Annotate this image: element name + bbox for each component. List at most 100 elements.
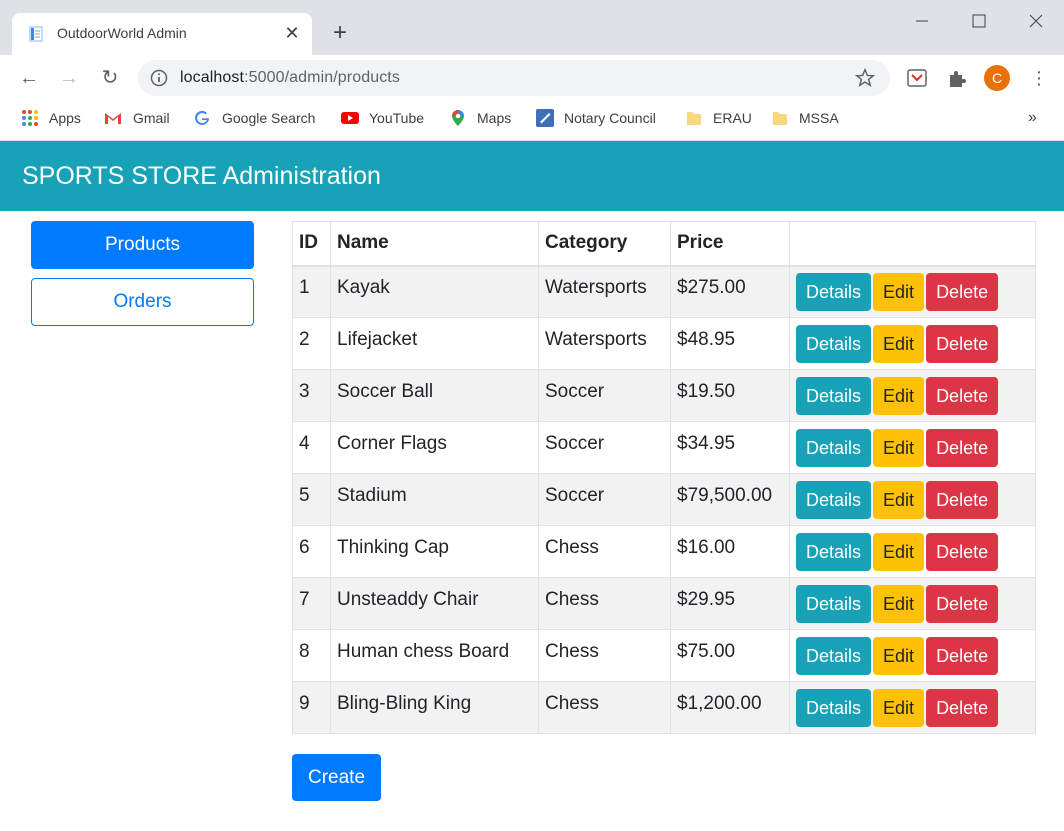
cell-name: Thinking Cap xyxy=(330,525,539,578)
back-arrow-icon[interactable]: ← xyxy=(15,64,43,92)
maximize-icon[interactable] xyxy=(964,7,994,35)
forward-arrow-icon[interactable]: → xyxy=(55,64,83,92)
cell-category: Watersports xyxy=(538,265,671,318)
cell-price: $48.95 xyxy=(670,317,790,370)
edit-button[interactable]: Edit xyxy=(873,272,925,311)
cell-actions: Details Edit Delete xyxy=(789,525,1036,578)
edit-button[interactable]: Edit xyxy=(873,324,925,363)
table-row: 3 Soccer Ball Soccer $19.50 Details Edit Delet… xyxy=(292,369,1036,422)
cell-actions: Details Edit Delete xyxy=(789,473,1036,526)
cell-category: Chess xyxy=(538,681,671,734)
table-row: 2 Lifejacket Watersports $48.95 Details Edit D… xyxy=(292,317,1036,370)
browser-menu-icon[interactable]: ⋮ xyxy=(1030,66,1048,90)
folder-icon xyxy=(687,112,701,125)
details-button[interactable]: Details xyxy=(796,272,872,311)
browser-titlebar: OutdoorWorld Admin ✕ + xyxy=(0,0,1064,55)
cell-price: $29.95 xyxy=(670,577,790,630)
cell-actions: Details Edit Delete xyxy=(789,265,1036,318)
delete-button[interactable]: Delete xyxy=(926,376,999,415)
cell-name: Corner Flags xyxy=(330,421,539,474)
details-button[interactable]: Details xyxy=(796,532,872,571)
reload-icon[interactable]: ↻ xyxy=(96,64,124,92)
cell-category: Soccer xyxy=(538,421,671,474)
cell-category: Watersports xyxy=(538,317,671,370)
details-button[interactable]: Details xyxy=(796,428,872,467)
cell-id: 6 xyxy=(292,525,331,578)
cell-name: Unsteaddy Chair xyxy=(330,577,539,630)
profile-avatar[interactable]: C xyxy=(984,65,1010,91)
delete-button[interactable]: Delete xyxy=(926,532,999,571)
cell-price: $275.00 xyxy=(670,265,790,318)
site-info-icon[interactable] xyxy=(150,69,168,87)
cell-actions: Details Edit Delete xyxy=(789,369,1036,422)
pocket-extension-icon[interactable] xyxy=(906,67,928,89)
delete-button[interactable]: Delete xyxy=(926,272,999,311)
cell-id: 8 xyxy=(292,629,331,682)
sidebar-products-button[interactable]: Products xyxy=(31,221,254,269)
cell-price: $19.50 xyxy=(670,369,790,422)
bookmarks-overflow-icon[interactable]: » xyxy=(1028,107,1037,129)
page-icon xyxy=(29,26,43,42)
bookmarks-bar: Apps Gmail Google Search YouTube Maps No… xyxy=(0,101,1064,135)
cell-name: Bling-Bling King xyxy=(330,681,539,734)
maps-icon xyxy=(452,110,464,126)
tab-title: OutdoorWorld Admin xyxy=(57,25,187,41)
delete-button[interactable]: Delete xyxy=(926,584,999,623)
details-button[interactable]: Details xyxy=(796,324,872,363)
delete-button[interactable]: Delete xyxy=(926,428,999,467)
cell-actions: Details Edit Delete xyxy=(789,577,1036,630)
cell-price: $1,200.00 xyxy=(670,681,790,734)
extensions-puzzle-icon[interactable] xyxy=(946,67,968,89)
edit-button[interactable]: Edit xyxy=(873,584,925,623)
delete-button[interactable]: Delete xyxy=(926,324,999,363)
edit-button[interactable]: Edit xyxy=(873,480,925,519)
delete-button[interactable]: Delete xyxy=(926,636,999,675)
bookmark-notary-council[interactable]: Notary Council xyxy=(564,107,656,129)
cell-price: $16.00 xyxy=(670,525,790,578)
window-close-icon[interactable] xyxy=(1021,7,1051,35)
new-tab-icon[interactable]: + xyxy=(326,19,354,47)
folder-icon xyxy=(773,112,787,125)
table-row: 8 Human chess Board Chess $75.00 Details Edit… xyxy=(292,629,1036,682)
table-row: 7 Unsteaddy Chair Chess $29.95 Details Edit De… xyxy=(292,577,1036,630)
tab-close-icon[interactable]: ✕ xyxy=(282,21,302,45)
bookmark-apps[interactable]: Apps xyxy=(49,107,81,129)
delete-button[interactable]: Delete xyxy=(926,688,999,727)
table-row: 1 Kayak Watersports $275.00 Details Edit Delet… xyxy=(292,265,1036,318)
bookmark-star-icon[interactable] xyxy=(854,67,876,89)
column-header-price: Price xyxy=(670,221,790,267)
cell-name: Stadium xyxy=(330,473,539,526)
browser-tab[interactable]: OutdoorWorld Admin ✕ xyxy=(12,13,312,55)
column-header-category: Category xyxy=(538,221,671,267)
address-bar[interactable]: localhost:5000/admin/products xyxy=(138,60,890,96)
products-table: ID Name Category Price 1 Kayak Watersports… xyxy=(292,221,1036,734)
edit-button[interactable]: Edit xyxy=(873,428,925,467)
url-text: localhost:5000/admin/products xyxy=(180,69,400,87)
gmail-icon xyxy=(105,113,121,124)
delete-button[interactable]: Delete xyxy=(926,480,999,519)
column-header-actions xyxy=(789,221,1036,267)
bookmark-maps[interactable]: Maps xyxy=(477,107,511,129)
cell-category: Soccer xyxy=(538,473,671,526)
column-header-id: ID xyxy=(292,221,331,267)
bookmark-youtube[interactable]: YouTube xyxy=(369,107,424,129)
sidebar-orders-button[interactable]: Orders xyxy=(31,278,254,326)
edit-button[interactable]: Edit xyxy=(873,636,925,675)
details-button[interactable]: Details xyxy=(796,376,872,415)
details-button[interactable]: Details xyxy=(796,480,872,519)
edit-button[interactable]: Edit xyxy=(873,532,925,571)
cell-category: Chess xyxy=(538,629,671,682)
details-button[interactable]: Details xyxy=(796,636,872,675)
bookmark-mssa[interactable]: MSSA xyxy=(799,107,839,129)
bookmark-google-search[interactable]: Google Search xyxy=(222,107,315,129)
bookmark-gmail[interactable]: Gmail xyxy=(133,107,170,129)
details-button[interactable]: Details xyxy=(796,688,872,727)
cell-name: Human chess Board xyxy=(330,629,539,682)
details-button[interactable]: Details xyxy=(796,584,872,623)
create-button[interactable]: Create xyxy=(292,754,381,801)
bookmark-erau[interactable]: ERAU xyxy=(713,107,752,129)
edit-button[interactable]: Edit xyxy=(873,376,925,415)
edit-button[interactable]: Edit xyxy=(873,688,925,727)
cell-price: $79,500.00 xyxy=(670,473,790,526)
minimize-icon[interactable] xyxy=(907,7,937,35)
